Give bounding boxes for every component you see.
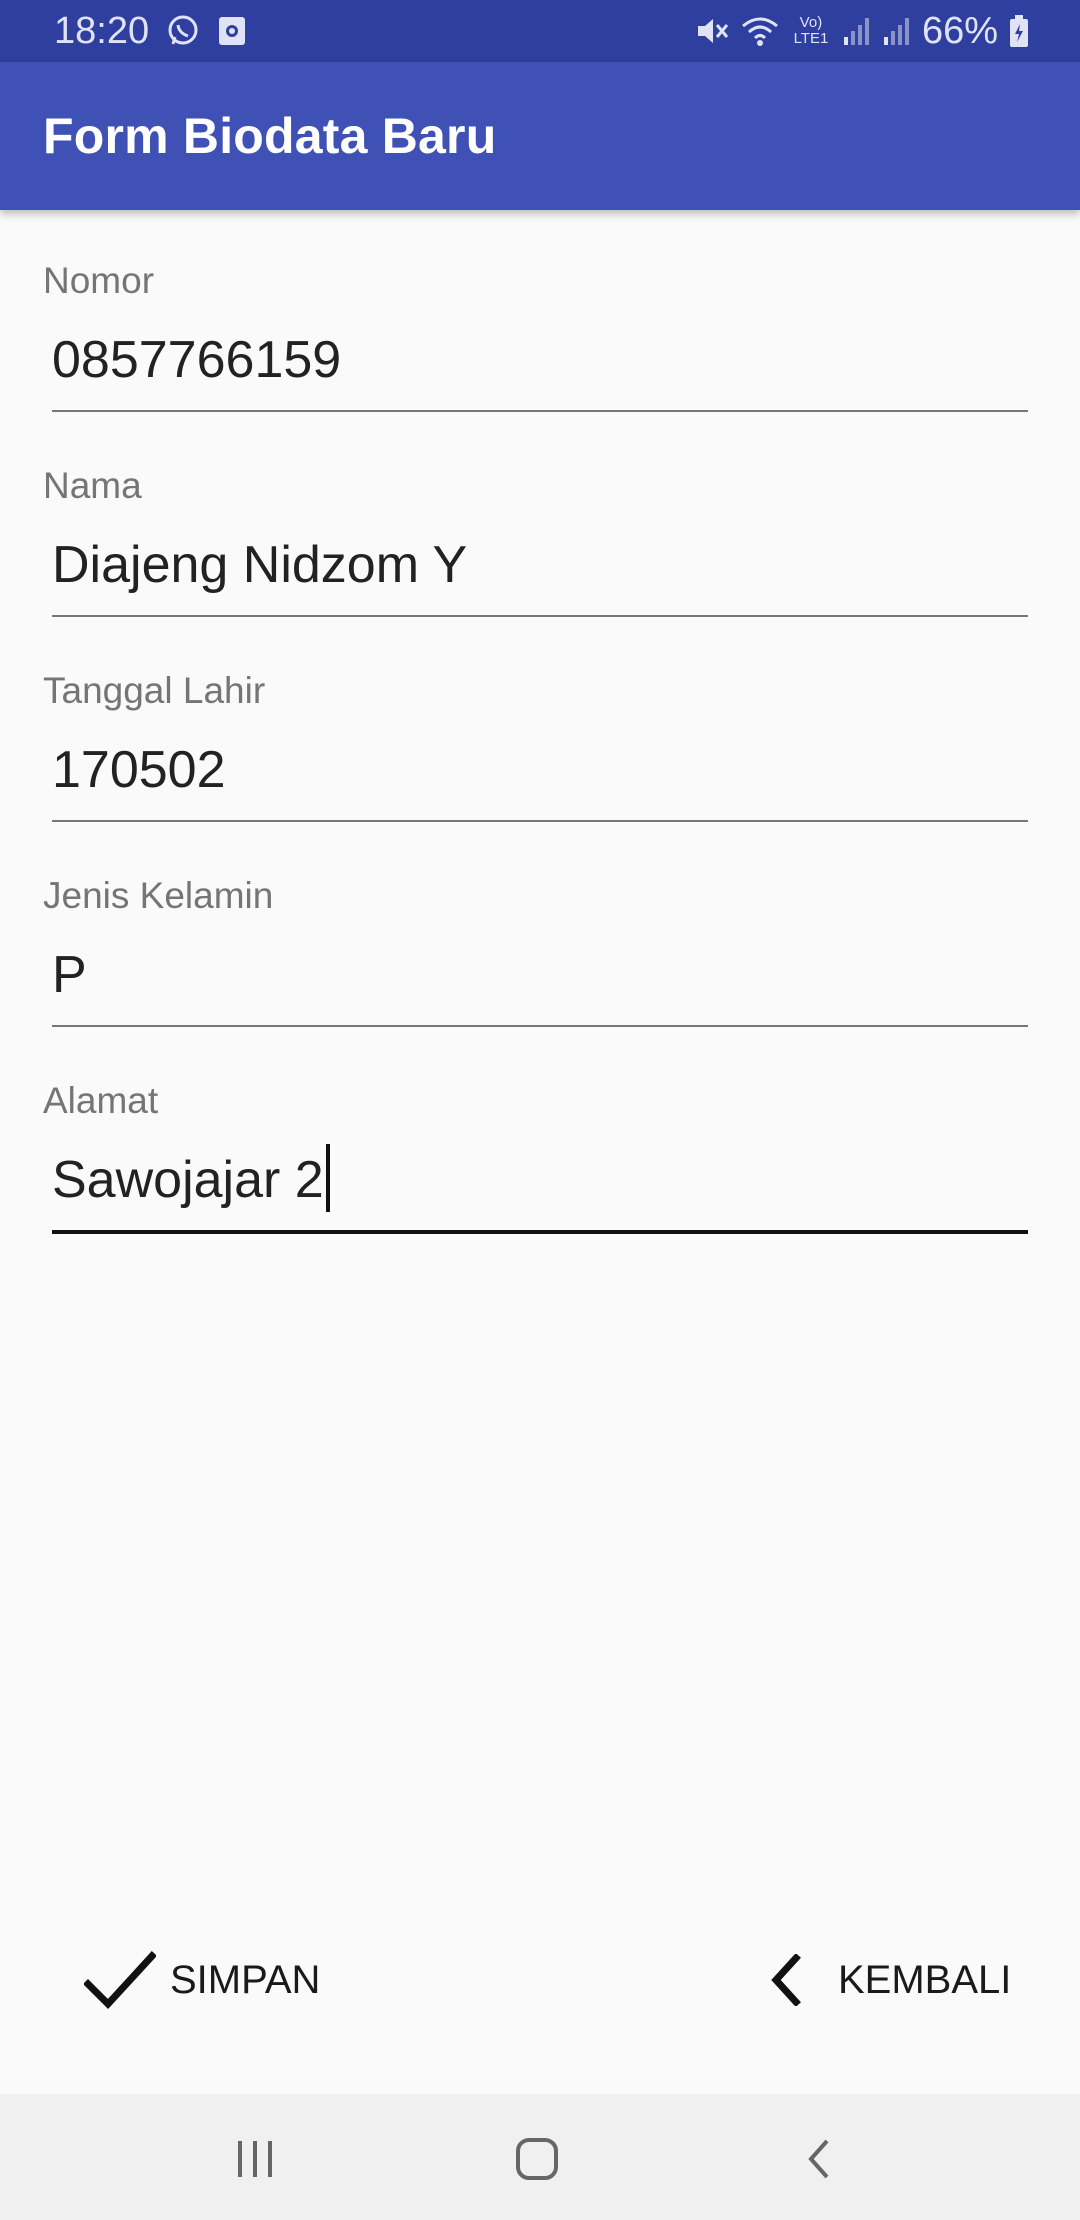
- home-icon[interactable]: [497, 2124, 577, 2194]
- status-time: 18:20: [54, 9, 150, 52]
- back-label: KEMBALI: [838, 1957, 1012, 2002]
- whatsapp-icon: [165, 13, 201, 49]
- jenis-kelamin-value: P: [52, 946, 87, 1004]
- alamat-value: Sawojajar 2: [52, 1151, 324, 1209]
- screen: 18:20 Vo) LTE1 66% Form Biodata Baru Nom…: [0, 0, 1080, 2220]
- chevron-left-icon: [768, 1954, 804, 2006]
- signal-icon: [882, 15, 912, 47]
- nomor-input[interactable]: 0857766159: [52, 330, 1028, 412]
- text-cursor: [325, 1144, 330, 1212]
- save-label: SIMPAN: [170, 1957, 321, 2002]
- jenis-kelamin-input[interactable]: P: [52, 945, 1028, 1027]
- screen-record-icon: [217, 15, 247, 47]
- nama-label: Nama: [43, 465, 142, 506]
- back-icon[interactable]: [778, 2124, 858, 2194]
- network-label: Vo) LTE1: [793, 14, 829, 47]
- nama-input[interactable]: Diajeng Nidzom Y: [52, 535, 1028, 617]
- status-bar: 18:20 Vo) LTE1 66%: [0, 0, 1080, 62]
- alamat-input[interactable]: Sawojajar 2: [52, 1144, 1028, 1234]
- wifi-icon: [740, 14, 780, 48]
- check-icon: [84, 1950, 156, 2010]
- recent-apps-icon[interactable]: [215, 2124, 295, 2194]
- nama-value: Diajeng Nidzom Y: [52, 536, 468, 594]
- battery-charging-icon: [1008, 14, 1030, 48]
- jenis-kelamin-label: Jenis Kelamin: [43, 875, 274, 916]
- app-bar: Form Biodata Baru: [0, 62, 1080, 210]
- tanggal-lahir-value: 170502: [52, 741, 226, 799]
- save-button[interactable]: SIMPAN: [84, 1940, 320, 2020]
- mute-icon: [694, 14, 730, 48]
- back-button[interactable]: KEMBALI: [768, 1940, 1011, 2020]
- tanggal-lahir-label: Tanggal Lahir: [43, 670, 266, 711]
- nomor-value: 0857766159: [52, 331, 342, 389]
- nomor-label: Nomor: [43, 260, 155, 301]
- nav-bar: [0, 2094, 1080, 2220]
- signal-icon: [842, 15, 872, 47]
- alamat-label: Alamat: [43, 1080, 159, 1121]
- page-title: Form Biodata Baru: [43, 108, 497, 164]
- battery-percent: 66%: [921, 9, 998, 52]
- tanggal-lahir-input[interactable]: 170502: [52, 740, 1028, 822]
